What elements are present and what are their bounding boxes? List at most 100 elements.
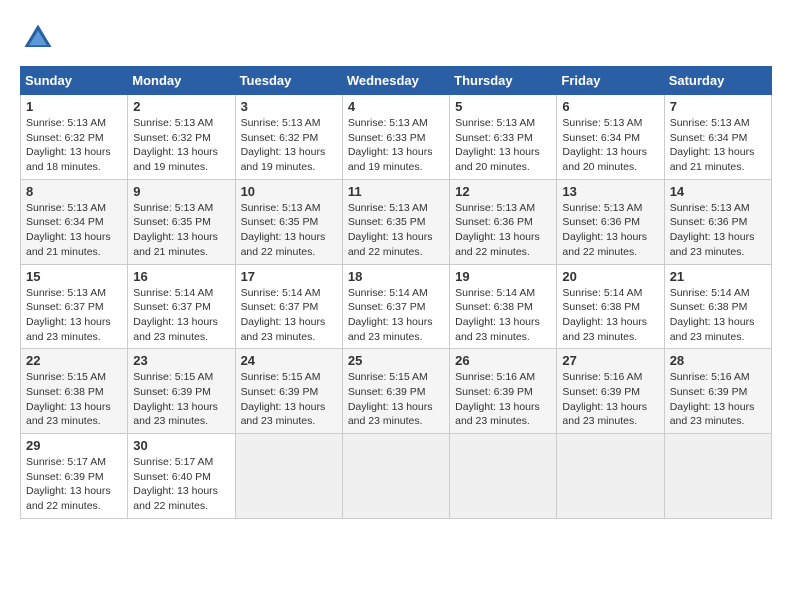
weekday-header-saturday: Saturday (664, 67, 771, 95)
calendar-cell: 26 Sunrise: 5:16 AM Sunset: 6:39 PM Dayl… (450, 349, 557, 434)
day-info: Sunrise: 5:14 AM Sunset: 6:38 PM Dayligh… (562, 286, 658, 345)
calendar-cell: 7 Sunrise: 5:13 AM Sunset: 6:34 PM Dayli… (664, 95, 771, 180)
day-number: 22 (26, 353, 122, 368)
day-number: 21 (670, 269, 766, 284)
day-info: Sunrise: 5:13 AM Sunset: 6:37 PM Dayligh… (26, 286, 122, 345)
day-number: 1 (26, 99, 122, 114)
weekday-header-thursday: Thursday (450, 67, 557, 95)
day-info: Sunrise: 5:14 AM Sunset: 6:37 PM Dayligh… (133, 286, 229, 345)
header (20, 20, 772, 56)
day-number: 10 (241, 184, 337, 199)
calendar-cell: 25 Sunrise: 5:15 AM Sunset: 6:39 PM Dayl… (342, 349, 449, 434)
day-info: Sunrise: 5:15 AM Sunset: 6:39 PM Dayligh… (348, 370, 444, 429)
day-number: 3 (241, 99, 337, 114)
weekday-header-wednesday: Wednesday (342, 67, 449, 95)
day-number: 20 (562, 269, 658, 284)
day-info: Sunrise: 5:13 AM Sunset: 6:33 PM Dayligh… (455, 116, 551, 175)
calendar-cell: 16 Sunrise: 5:14 AM Sunset: 6:37 PM Dayl… (128, 264, 235, 349)
calendar-cell: 15 Sunrise: 5:13 AM Sunset: 6:37 PM Dayl… (21, 264, 128, 349)
calendar-cell: 3 Sunrise: 5:13 AM Sunset: 6:32 PM Dayli… (235, 95, 342, 180)
day-number: 29 (26, 438, 122, 453)
day-info: Sunrise: 5:13 AM Sunset: 6:35 PM Dayligh… (133, 201, 229, 260)
day-number: 30 (133, 438, 229, 453)
calendar: SundayMondayTuesdayWednesdayThursdayFrid… (20, 66, 772, 519)
day-number: 19 (455, 269, 551, 284)
day-info: Sunrise: 5:17 AM Sunset: 6:39 PM Dayligh… (26, 455, 122, 514)
weekday-header-sunday: Sunday (21, 67, 128, 95)
calendar-week-3: 15 Sunrise: 5:13 AM Sunset: 6:37 PM Dayl… (21, 264, 772, 349)
calendar-week-2: 8 Sunrise: 5:13 AM Sunset: 6:34 PM Dayli… (21, 179, 772, 264)
calendar-cell: 5 Sunrise: 5:13 AM Sunset: 6:33 PM Dayli… (450, 95, 557, 180)
calendar-week-1: 1 Sunrise: 5:13 AM Sunset: 6:32 PM Dayli… (21, 95, 772, 180)
calendar-cell: 8 Sunrise: 5:13 AM Sunset: 6:34 PM Dayli… (21, 179, 128, 264)
day-number: 23 (133, 353, 229, 368)
calendar-cell: 2 Sunrise: 5:13 AM Sunset: 6:32 PM Dayli… (128, 95, 235, 180)
day-number: 7 (670, 99, 766, 114)
calendar-cell: 21 Sunrise: 5:14 AM Sunset: 6:38 PM Dayl… (664, 264, 771, 349)
day-info: Sunrise: 5:13 AM Sunset: 6:35 PM Dayligh… (348, 201, 444, 260)
day-info: Sunrise: 5:13 AM Sunset: 6:34 PM Dayligh… (26, 201, 122, 260)
day-number: 5 (455, 99, 551, 114)
day-info: Sunrise: 5:13 AM Sunset: 6:32 PM Dayligh… (133, 116, 229, 175)
day-number: 8 (26, 184, 122, 199)
day-number: 18 (348, 269, 444, 284)
calendar-cell: 29 Sunrise: 5:17 AM Sunset: 6:39 PM Dayl… (21, 434, 128, 519)
day-info: Sunrise: 5:13 AM Sunset: 6:34 PM Dayligh… (562, 116, 658, 175)
calendar-cell: 1 Sunrise: 5:13 AM Sunset: 6:32 PM Dayli… (21, 95, 128, 180)
day-number: 12 (455, 184, 551, 199)
day-info: Sunrise: 5:16 AM Sunset: 6:39 PM Dayligh… (455, 370, 551, 429)
day-info: Sunrise: 5:14 AM Sunset: 6:37 PM Dayligh… (348, 286, 444, 345)
day-info: Sunrise: 5:14 AM Sunset: 6:38 PM Dayligh… (455, 286, 551, 345)
day-number: 16 (133, 269, 229, 284)
weekday-header-friday: Friday (557, 67, 664, 95)
day-number: 24 (241, 353, 337, 368)
logo-icon (20, 20, 56, 56)
day-info: Sunrise: 5:14 AM Sunset: 6:37 PM Dayligh… (241, 286, 337, 345)
calendar-body: 1 Sunrise: 5:13 AM Sunset: 6:32 PM Dayli… (21, 95, 772, 519)
day-info: Sunrise: 5:14 AM Sunset: 6:38 PM Dayligh… (670, 286, 766, 345)
calendar-week-4: 22 Sunrise: 5:15 AM Sunset: 6:38 PM Dayl… (21, 349, 772, 434)
calendar-cell: 20 Sunrise: 5:14 AM Sunset: 6:38 PM Dayl… (557, 264, 664, 349)
day-number: 13 (562, 184, 658, 199)
day-number: 2 (133, 99, 229, 114)
calendar-cell: 13 Sunrise: 5:13 AM Sunset: 6:36 PM Dayl… (557, 179, 664, 264)
day-number: 17 (241, 269, 337, 284)
calendar-cell: 11 Sunrise: 5:13 AM Sunset: 6:35 PM Dayl… (342, 179, 449, 264)
calendar-cell (664, 434, 771, 519)
calendar-cell: 6 Sunrise: 5:13 AM Sunset: 6:34 PM Dayli… (557, 95, 664, 180)
day-number: 27 (562, 353, 658, 368)
day-info: Sunrise: 5:15 AM Sunset: 6:39 PM Dayligh… (133, 370, 229, 429)
day-number: 25 (348, 353, 444, 368)
day-number: 4 (348, 99, 444, 114)
day-info: Sunrise: 5:13 AM Sunset: 6:34 PM Dayligh… (670, 116, 766, 175)
day-info: Sunrise: 5:13 AM Sunset: 6:32 PM Dayligh… (26, 116, 122, 175)
day-info: Sunrise: 5:13 AM Sunset: 6:35 PM Dayligh… (241, 201, 337, 260)
calendar-cell (557, 434, 664, 519)
day-number: 26 (455, 353, 551, 368)
day-info: Sunrise: 5:15 AM Sunset: 6:38 PM Dayligh… (26, 370, 122, 429)
calendar-cell: 10 Sunrise: 5:13 AM Sunset: 6:35 PM Dayl… (235, 179, 342, 264)
calendar-cell (450, 434, 557, 519)
weekday-header-monday: Monday (128, 67, 235, 95)
day-number: 6 (562, 99, 658, 114)
day-info: Sunrise: 5:13 AM Sunset: 6:36 PM Dayligh… (670, 201, 766, 260)
calendar-week-5: 29 Sunrise: 5:17 AM Sunset: 6:39 PM Dayl… (21, 434, 772, 519)
calendar-cell: 22 Sunrise: 5:15 AM Sunset: 6:38 PM Dayl… (21, 349, 128, 434)
day-number: 14 (670, 184, 766, 199)
day-info: Sunrise: 5:16 AM Sunset: 6:39 PM Dayligh… (562, 370, 658, 429)
weekday-header-row: SundayMondayTuesdayWednesdayThursdayFrid… (21, 67, 772, 95)
day-number: 28 (670, 353, 766, 368)
calendar-cell: 18 Sunrise: 5:14 AM Sunset: 6:37 PM Dayl… (342, 264, 449, 349)
calendar-cell: 23 Sunrise: 5:15 AM Sunset: 6:39 PM Dayl… (128, 349, 235, 434)
calendar-cell (342, 434, 449, 519)
day-info: Sunrise: 5:13 AM Sunset: 6:33 PM Dayligh… (348, 116, 444, 175)
calendar-header: SundayMondayTuesdayWednesdayThursdayFrid… (21, 67, 772, 95)
calendar-cell: 28 Sunrise: 5:16 AM Sunset: 6:39 PM Dayl… (664, 349, 771, 434)
calendar-cell: 19 Sunrise: 5:14 AM Sunset: 6:38 PM Dayl… (450, 264, 557, 349)
day-info: Sunrise: 5:13 AM Sunset: 6:36 PM Dayligh… (562, 201, 658, 260)
calendar-cell (235, 434, 342, 519)
logo (20, 20, 62, 56)
day-info: Sunrise: 5:17 AM Sunset: 6:40 PM Dayligh… (133, 455, 229, 514)
weekday-header-tuesday: Tuesday (235, 67, 342, 95)
calendar-cell: 30 Sunrise: 5:17 AM Sunset: 6:40 PM Dayl… (128, 434, 235, 519)
